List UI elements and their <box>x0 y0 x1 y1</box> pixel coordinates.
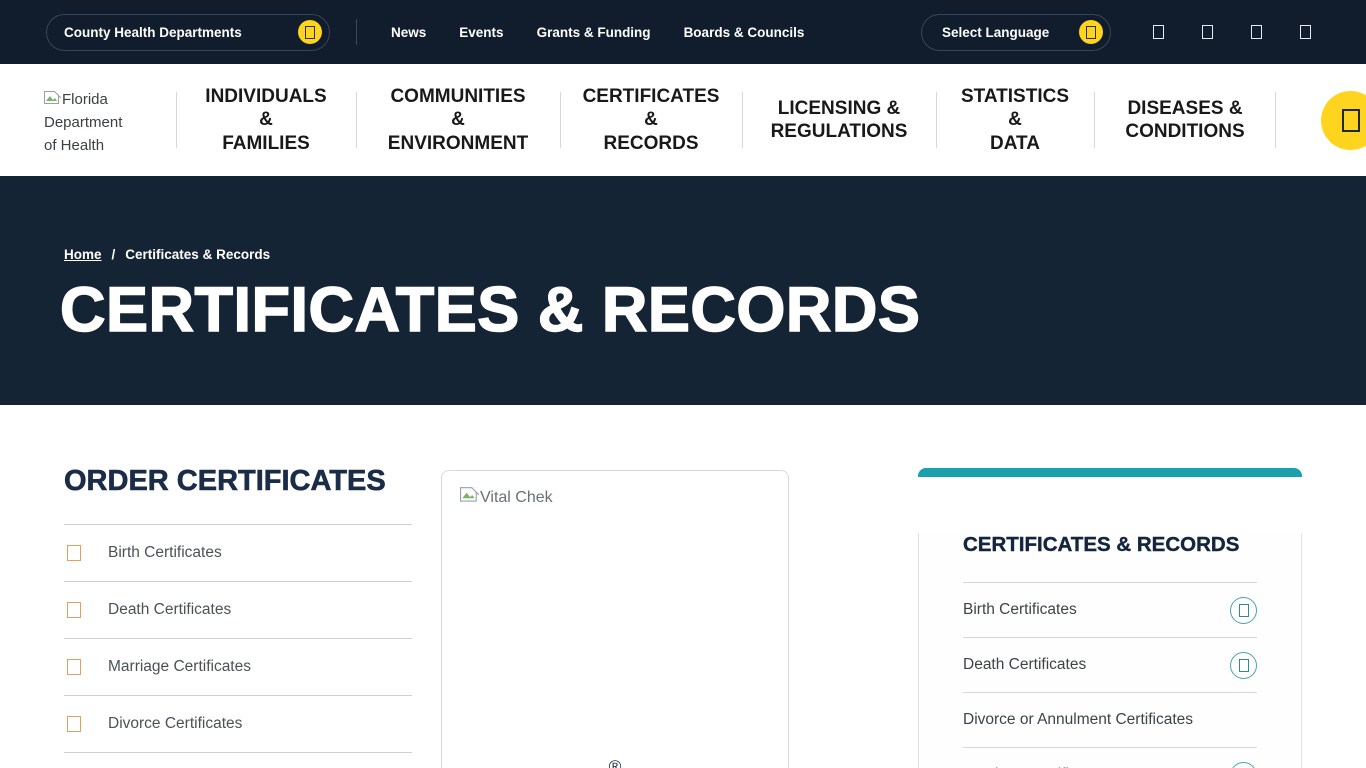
card-link-marriage-certificates[interactable]: Marriage Certificates <box>963 748 1257 768</box>
card-link-death-certificates[interactable]: Death Certificates <box>963 638 1257 693</box>
hero-banner: Home / Certificates & Records CERTIFICAT… <box>0 176 1366 405</box>
county-button-label: County Health Departments <box>64 25 242 40</box>
nav-menu: INDIVIDUALS & FAMILIES COMMUNITIES & ENV… <box>176 64 1276 176</box>
nav-item-diseases-conditions[interactable]: DISEASES & CONDITIONS <box>1094 64 1276 176</box>
broken-image-icon <box>460 487 479 504</box>
broken-image-icon <box>44 91 61 106</box>
placeholder-glyph-icon <box>305 26 315 39</box>
top-utility-bar: County Health Departments News Events Gr… <box>0 0 1366 64</box>
nav-item-communities-environment[interactable]: COMMUNITIES & ENVIRONMENT <box>356 64 560 176</box>
search-icon <box>1342 109 1360 132</box>
page-title: CERTIFICATES & RECORDS <box>60 274 920 346</box>
topbar-divider <box>356 19 357 45</box>
placeholder-glyph-icon <box>1239 604 1249 617</box>
social-placeholder-icon-4[interactable] <box>1300 25 1311 39</box>
page-content: ORDER CERTIFICATES Birth Certificates De… <box>0 405 1366 768</box>
social-placeholder-icon-2[interactable] <box>1202 25 1213 39</box>
vitalchek-image-alt-text: Vital Chek <box>480 489 553 506</box>
breadcrumb-current: Certificates & Records <box>125 247 270 262</box>
certificates-records-card: CERTIFICATES & RECORDS Birth Certificate… <box>918 468 1302 768</box>
search-button[interactable] <box>1321 91 1366 150</box>
card-links-list: Birth Certificates Death Certificates Di… <box>963 582 1257 768</box>
placeholder-glyph-icon <box>1086 26 1096 39</box>
order-link-divorce-certificates[interactable]: Divorce Certificates <box>64 696 412 753</box>
topbar-links: News Events Grants & Funding Boards & Co… <box>391 25 804 40</box>
topbar-link-events[interactable]: Events <box>459 25 503 40</box>
certificate-placeholder-icon <box>67 716 81 732</box>
nav-item-statistics-data[interactable]: STATISTICS & DATA <box>936 64 1094 176</box>
main-navigation-bar: Florida Department of Health INDIVIDUALS… <box>0 64 1366 176</box>
select-language-button[interactable]: Select Language <box>921 14 1111 51</box>
order-certificates-heading: ORDER CERTIFICATES <box>64 465 412 498</box>
certificate-placeholder-icon <box>67 602 81 618</box>
social-placeholder-icon-1[interactable] <box>1153 25 1164 39</box>
nav-item-licensing-regulations[interactable]: LICENSING & REGULATIONS <box>742 64 936 176</box>
topbar-link-news[interactable]: News <box>391 25 426 40</box>
county-health-departments-button[interactable]: County Health Departments <box>46 14 330 51</box>
card-accent-bar <box>918 468 1302 477</box>
certificate-placeholder-icon <box>67 659 81 675</box>
expand-circle-icon[interactable] <box>1230 762 1257 768</box>
order-certificates-list: Birth Certificates Death Certificates Ma… <box>64 524 412 753</box>
breadcrumb: Home / Certificates & Records <box>64 247 270 262</box>
card-heading: CERTIFICATES & RECORDS <box>963 533 1257 557</box>
florida-doh-logo[interactable]: Florida Department of Health <box>44 88 138 150</box>
nav-item-certificates-records[interactable]: CERTIFICATES & RECORDS <box>560 64 742 176</box>
order-certificates-section: ORDER CERTIFICATES Birth Certificates De… <box>64 465 412 753</box>
breadcrumb-separator: / <box>112 247 116 262</box>
placeholder-glyph-icon <box>1239 659 1249 672</box>
county-dropdown-icon <box>298 20 322 44</box>
nav-item-individuals-families[interactable]: INDIVIDUALS & FAMILIES <box>176 64 356 176</box>
order-link-death-certificates[interactable]: Death Certificates <box>64 582 412 639</box>
topbar-link-grants-funding[interactable]: Grants & Funding <box>537 25 651 40</box>
topbar-link-boards-councils[interactable]: Boards & Councils <box>684 25 805 40</box>
card-body: CERTIFICATES & RECORDS Birth Certificate… <box>918 533 1302 768</box>
registered-trademark-symbol: ® <box>609 757 622 768</box>
order-link-marriage-certificates[interactable]: Marriage Certificates <box>64 639 412 696</box>
vitalchek-card[interactable]: Vital Chek ® <box>441 470 789 768</box>
breadcrumb-home-link[interactable]: Home <box>64 247 102 262</box>
certificate-placeholder-icon <box>67 545 81 561</box>
language-dropdown-icon <box>1079 20 1103 44</box>
social-placeholder-icon-3[interactable] <box>1251 25 1262 39</box>
expand-circle-icon[interactable] <box>1230 652 1257 679</box>
order-link-birth-certificates[interactable]: Birth Certificates <box>64 525 412 582</box>
language-button-label: Select Language <box>942 25 1049 40</box>
social-icons-row <box>1153 25 1311 39</box>
card-link-divorce-annulment-certificates[interactable]: Divorce or Annulment Certificates <box>963 693 1257 748</box>
expand-circle-icon[interactable] <box>1230 597 1257 624</box>
card-link-birth-certificates[interactable]: Birth Certificates <box>963 583 1257 638</box>
